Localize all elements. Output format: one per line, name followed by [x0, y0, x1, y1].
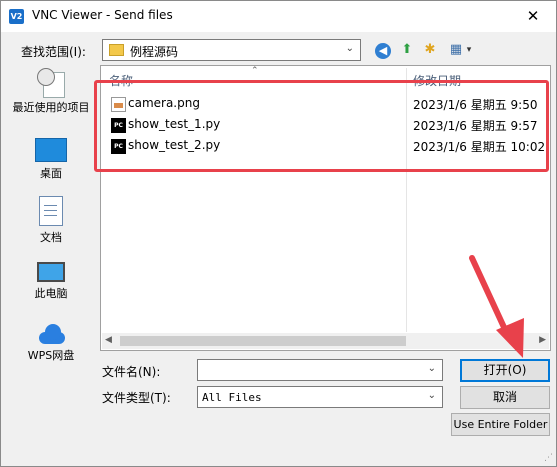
chevron-down-icon[interactable]: ⌄ [428, 363, 436, 374]
back-icon[interactable]: ◀ [375, 43, 391, 59]
view-dropdown-icon[interactable]: ▾ [464, 41, 474, 59]
title-bar: V2 VNC Viewer - Send files ✕ [1, 1, 556, 32]
filename-label: 文件名(N): [102, 365, 161, 379]
chevron-down-icon: ⌄ [345, 43, 354, 54]
scroll-thumb[interactable] [120, 336, 406, 346]
look-in-label: 查找范围(I): [21, 45, 86, 59]
wps-cloud-icon [35, 324, 67, 344]
place-label: 桌面 [40, 167, 62, 180]
look-in-dropdown[interactable]: 例程源码 ⌄ [102, 39, 361, 61]
place-label: WPS网盘 [27, 349, 75, 362]
filetype-label: 文件类型(T): [102, 391, 171, 405]
view-menu-icon[interactable]: ▦ [447, 41, 465, 59]
this-pc-icon [37, 262, 65, 282]
place-desktop[interactable]: 桌面 [8, 138, 94, 181]
resize-grip-icon[interactable]: ⋰ [544, 453, 553, 463]
recent-icon [37, 68, 65, 98]
desktop-icon [35, 138, 67, 162]
filetype-dropdown[interactable]: All Files ⌄ [197, 386, 443, 408]
up-folder-icon[interactable]: ⬆ [398, 41, 416, 59]
cancel-button[interactable]: 取消 [460, 386, 550, 409]
place-this-pc[interactable]: 此电脑 [8, 262, 94, 301]
vnc-app-icon: V2 [9, 9, 24, 24]
new-folder-icon[interactable]: ✱ [421, 41, 439, 59]
filetype-value: All Files [202, 391, 262, 404]
documents-icon [39, 196, 63, 226]
send-files-dialog: V2 VNC Viewer - Send files ✕ 查找范围(I): 例程… [0, 0, 557, 467]
scroll-left-icon[interactable]: ◀ [105, 335, 112, 345]
place-wps-cloud[interactable]: WPS网盘 [8, 324, 94, 363]
place-label: 最近使用的项目 [12, 101, 90, 114]
close-button[interactable]: ✕ [510, 1, 556, 32]
place-label: 文档 [40, 231, 62, 244]
folder-icon [109, 44, 124, 56]
open-button[interactable]: 打开(O) [460, 359, 550, 382]
highlight-box-annotation [94, 80, 549, 172]
scroll-right-icon[interactable]: ▶ [539, 335, 546, 345]
use-entire-folder-button[interactable]: Use Entire Folder [451, 413, 550, 436]
place-documents[interactable]: 文档 [8, 196, 94, 245]
place-recent[interactable]: 最近使用的项目 [8, 68, 94, 115]
sort-ascending-icon: ⌃ [251, 66, 259, 76]
chevron-down-icon: ⌄ [427, 390, 436, 401]
places-bar: 最近使用的项目 桌面 文档 此电脑 WPS网盘 [8, 66, 94, 382]
window-title: VNC Viewer - Send files [32, 8, 173, 22]
place-label: 此电脑 [34, 287, 68, 300]
look-in-value: 例程源码 [130, 45, 179, 59]
filename-input[interactable]: ⌄ [197, 359, 443, 381]
horizontal-scrollbar[interactable]: ◀ ▶ [102, 333, 549, 349]
